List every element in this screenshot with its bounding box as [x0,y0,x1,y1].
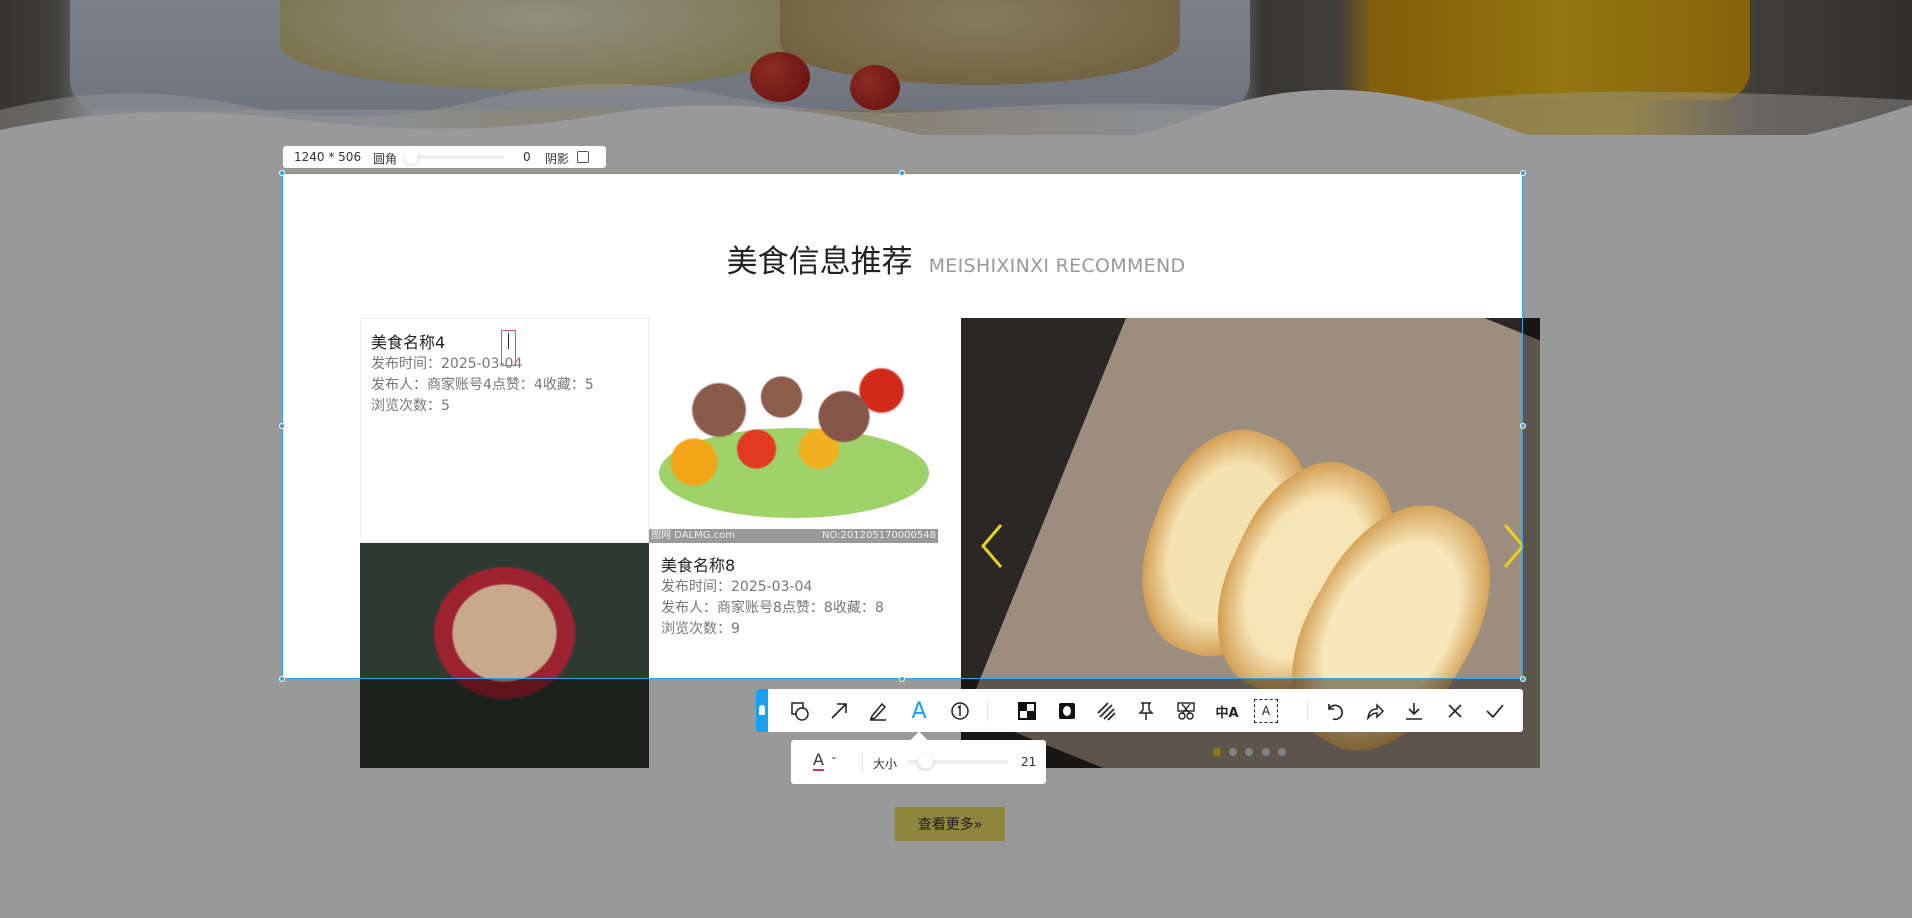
toolbar-drag-tab[interactable] [756,689,768,732]
screenshot-toolbar: A 中A A [756,689,1523,732]
food-image-sushi[interactable] [360,543,649,768]
resize-handle[interactable] [1520,170,1526,176]
redo-icon[interactable] [1363,699,1387,723]
food-card[interactable]: 美食名称8 发布时间：2025-03-04 发布人：商家账号8点赞：8收藏：8 … [649,543,938,768]
shadow-checkbox[interactable] [577,151,589,163]
section-title: 美食信息推荐 [726,244,913,280]
view-more-button[interactable]: 查看更多» [895,807,1005,841]
size-slider-knob[interactable] [918,754,933,769]
text-color-picker[interactable]: A [813,751,824,771]
translate-icon[interactable]: 中A [1215,699,1239,723]
section-subtitle: MEISHIXINXI RECOMMEND [928,255,1186,277]
food-image-kebab[interactable]: 图网 DALMG.com NO:20120517000054​8 [649,318,938,543]
food-meta: 发布人：商家账号4点赞：4收藏：5 [371,377,594,393]
carousel-dot-active[interactable] [1213,748,1221,756]
resize-handle[interactable] [899,170,905,176]
image-watermark: 图网 DALMG.com NO:20120517000054​8 [649,529,938,543]
carousel-dot[interactable] [1262,748,1270,756]
text-icon[interactable]: A [907,699,931,724]
arrow-icon[interactable] [827,699,851,723]
download-icon[interactable] [1402,699,1426,723]
close-icon[interactable] [1443,699,1467,723]
resize-handle[interactable] [1520,676,1526,682]
resize-handle[interactable] [1520,423,1526,429]
carousel-prev-arrow[interactable] [979,523,1005,569]
shape-icon[interactable] [788,699,812,723]
carousel-next-arrow[interactable] [1501,523,1527,569]
carousel-dot[interactable] [1229,748,1237,756]
pin-icon[interactable] [1134,699,1158,723]
popup-divider [862,752,863,772]
resize-handle[interactable] [279,170,285,176]
selection-info-bar: 1240 * 506 圆角 0 阴影 [283,146,606,168]
hatch-icon[interactable] [1094,699,1118,723]
section-heading: 美食信息推荐 MEISHIXINXI RECOMMEND [0,236,1912,281]
watermark-right: NO:20120517000054​8 [822,530,936,541]
carousel-dot[interactable] [1278,748,1286,756]
size-slider[interactable] [908,754,1008,769]
size-label: 大小 [873,757,898,771]
watermark-left: 图网 DALMG.com [651,530,736,541]
text-cursor-icon [508,333,509,349]
cut-icon[interactable] [1174,699,1198,723]
food-time: 发布时间：2025-03-04 [661,579,813,595]
number-icon[interactable] [948,699,972,723]
text-insert-box[interactable] [501,330,516,366]
corner-label: 圆角 [373,152,398,166]
corner-slider[interactable] [404,150,504,164]
resize-handle[interactable] [279,423,285,429]
corner-value: 0 [523,150,531,164]
blur-icon[interactable] [1055,699,1079,723]
size-value: 21 [1021,755,1037,769]
selection-size: 1240 * 506 [294,150,362,164]
corner-slider-knob[interactable] [404,150,418,164]
shadow-label: 阴影 [545,152,570,166]
text-options-popup: A ⌄ 大小 21 [791,731,1046,784]
kebab-shape [669,358,919,488]
chevron-down-icon[interactable]: ⌄ [830,752,838,762]
food-name[interactable]: 美食名称8 [661,555,926,577]
wave-decoration [0,83,1912,140]
food-meta: 发布人：商家账号8点赞：8收藏：8 [661,600,884,616]
toolbar-divider [987,701,988,721]
ocr-icon[interactable]: A [1254,699,1278,723]
resize-handle[interactable] [899,676,905,682]
pen-icon[interactable] [866,699,890,723]
undo-icon[interactable] [1323,699,1347,723]
confirm-icon[interactable] [1483,699,1507,723]
food-views: 浏览次数：9 [661,621,740,637]
mosaic-icon[interactable] [1015,699,1039,723]
carousel-dot[interactable] [1245,748,1253,756]
pin-left-tab-icon [759,705,765,715]
toolbar-divider [1307,701,1308,721]
resize-handle[interactable] [279,676,285,682]
food-views: 浏览次数：5 [371,398,450,414]
